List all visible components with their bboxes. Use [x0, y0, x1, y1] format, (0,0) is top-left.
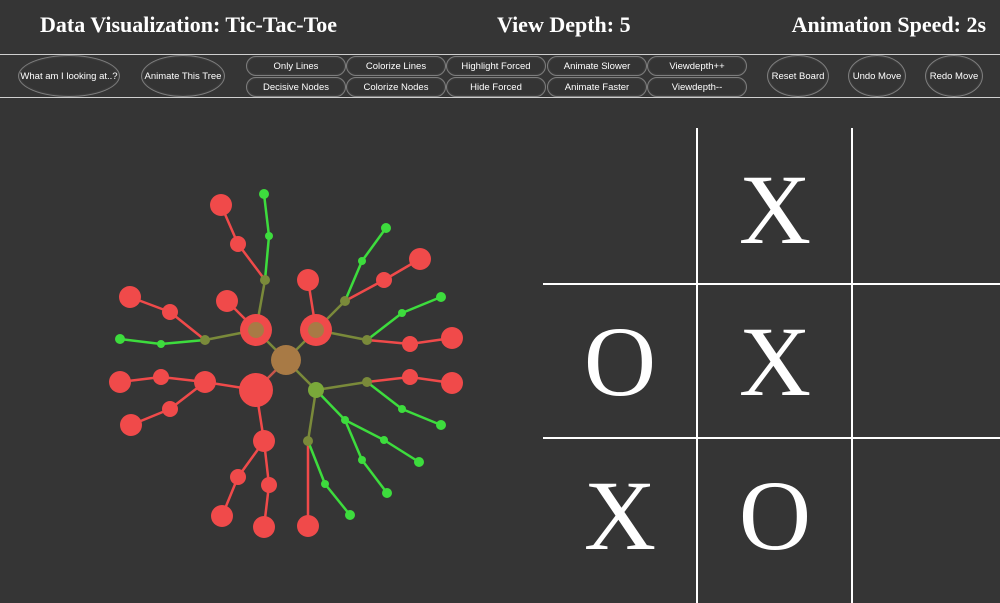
board-cell-0[interactable] [543, 128, 697, 284]
cell-7-mark: O [739, 460, 811, 571]
hide-forced-button[interactable]: Hide Forced [446, 77, 546, 97]
board-cell-6[interactable]: X [543, 438, 697, 603]
viewdepth-decrease-button[interactable]: Viewdepth-- [647, 77, 747, 97]
animate-slower-button[interactable]: Animate Slower [547, 56, 647, 76]
app-title: Data Visualization: Tic-Tac-Toe [40, 12, 338, 37]
board-cell-5[interactable] [852, 284, 1000, 438]
cell-3-mark: O [584, 306, 656, 417]
colorize-nodes-button[interactable]: Colorize Nodes [346, 77, 446, 97]
header: Data Visualization: Tic-Tac-Toe View Dep… [0, 0, 1000, 52]
board-cell-2[interactable] [852, 128, 1000, 284]
animate-tree-button[interactable]: Animate This Tree [141, 55, 225, 97]
board-cell-3[interactable]: O [543, 284, 697, 438]
reset-board-button[interactable]: Reset Board [767, 55, 829, 97]
toolbar: What am I looking at..? Animate This Tre… [0, 54, 1000, 98]
colorize-lines-button[interactable]: Colorize Lines [346, 56, 446, 76]
undo-move-button[interactable]: Undo Move [848, 55, 906, 97]
viewdepth-increase-button[interactable]: Viewdepth++ [647, 56, 747, 76]
animation-speed-label: Animation Speed: 2s [791, 12, 986, 37]
redo-move-button[interactable]: Redo Move [925, 55, 983, 97]
board-cell-1[interactable]: X [697, 128, 852, 284]
cell-1-mark: X [739, 154, 811, 265]
only-lines-button[interactable]: Only Lines [246, 56, 346, 76]
tic-tac-toe-board[interactable]: X O X X O [0, 100, 1000, 603]
cell-4-mark: X [739, 306, 811, 417]
board-cell-7[interactable]: O [697, 438, 852, 603]
board-cell-8[interactable] [852, 438, 1000, 603]
highlight-forced-button[interactable]: Highlight Forced [446, 56, 546, 76]
cell-6-mark: X [584, 460, 656, 571]
animate-faster-button[interactable]: Animate Faster [547, 77, 647, 97]
view-depth-label: View Depth: 5 [497, 12, 631, 37]
board-cell-4[interactable]: X [697, 284, 852, 438]
decisive-nodes-button[interactable]: Decisive Nodes [246, 77, 346, 97]
what-am-i-looking-at-button[interactable]: What am I looking at..? [18, 55, 120, 97]
